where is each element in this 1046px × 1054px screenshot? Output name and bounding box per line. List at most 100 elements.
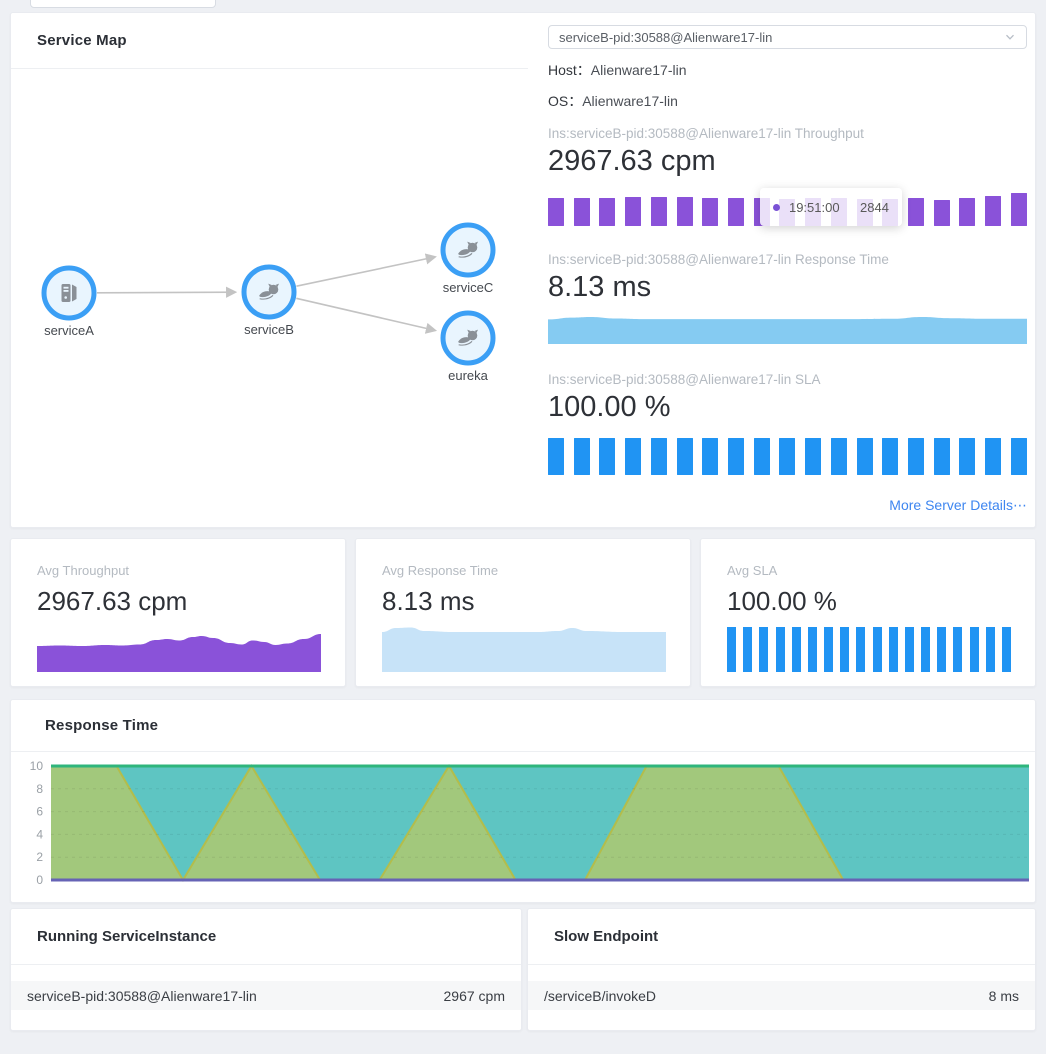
server-icon: [62, 284, 77, 302]
avg-throughput-area-chart[interactable]: [37, 622, 321, 672]
chart-bar: [754, 438, 770, 475]
topology-node-serviceB[interactable]: serviceB: [244, 267, 294, 337]
chart-bar: [677, 438, 693, 475]
chart-bar: [574, 198, 590, 226]
response-time-trend-chart[interactable]: 0 2 4 6 8 10: [11, 758, 1035, 900]
chart-bar: [727, 627, 736, 672]
slow-endpoint-title: Slow Endpoint: [554, 928, 658, 945]
avg-sla-bar-chart[interactable]: [727, 627, 1011, 672]
tooltip-series-dot: [773, 204, 780, 211]
chart-bar: [986, 627, 995, 672]
chart-bar: [934, 438, 950, 475]
chart-bar: [625, 438, 641, 475]
chart-bar: [959, 198, 975, 226]
instance-selector[interactable]: serviceB-pid:30588@Alienware17-lin: [548, 25, 1027, 49]
host-row: Host：Alienware17-lin: [548, 60, 1027, 80]
avg-throughput-card: Avg Throughput 2967.63 cpm: [10, 538, 346, 687]
chart-bar: [759, 627, 768, 672]
y-axis-tick-label: 10: [30, 759, 44, 773]
topology-node-serviceC[interactable]: serviceC: [443, 225, 494, 295]
avg-throughput-value: 2967.63 cpm: [37, 586, 321, 617]
instance-list-item: serviceB-pid:30588@Alienware17-lin 2967 …: [11, 981, 521, 1010]
chart-bar: [1011, 438, 1027, 475]
chart-bar: [1011, 193, 1027, 226]
topology-node-label: serviceB: [244, 322, 294, 337]
response-time-value: 8.13 ms: [548, 271, 1027, 304]
avg-sla-value: 100.00 %: [727, 586, 1011, 617]
y-axis-tick-label: 0: [36, 873, 43, 887]
service-topology-graph[interactable]: serviceA serviceB serviceC eureka: [11, 69, 527, 527]
sla-bar-chart[interactable]: [548, 438, 1027, 475]
chart-bar: [873, 627, 882, 672]
avg-response-time-value: 8.13 ms: [382, 586, 666, 617]
y-axis-tick-label: 2: [36, 850, 43, 864]
slow-endpoint-header: Slow Endpoint: [528, 909, 1035, 965]
topology-node-label: eureka: [448, 368, 489, 383]
chart-tooltip: 19:51:00 2844: [760, 188, 902, 226]
avg-throughput-label: Avg Throughput: [37, 563, 321, 578]
chart-bar: [651, 197, 667, 226]
chart-bar: [702, 438, 718, 475]
chart-bar: [599, 198, 615, 226]
response-time-panel-title: Response Time: [45, 717, 158, 734]
chart-bar: [599, 438, 615, 475]
host-value: Alienware17-lin: [591, 62, 687, 78]
host-label: Host：: [548, 62, 591, 78]
endpoint-list-item: /serviceB/invokeD 8 ms: [528, 981, 1035, 1010]
throughput-label: Ins:serviceB-pid:30588@Alienware17-lin T…: [548, 126, 1027, 141]
chart-bar: [574, 438, 590, 475]
chart-bar: [808, 627, 817, 672]
chart-bar: [905, 627, 914, 672]
endpoint-latency: 8 ms: [989, 988, 1019, 1004]
service-map-panel: Service Map serviceA serviceB serviceC eure…: [10, 12, 1036, 528]
summary-cards-row: Avg Throughput 2967.63 cpm Avg Response …: [10, 538, 1036, 687]
os-label: OS：: [548, 93, 582, 109]
chart-bar: [728, 198, 744, 226]
topology-edge: [296, 257, 434, 286]
throughput-bar-chart[interactable]: 19:51:00 2844: [548, 190, 1027, 226]
y-axis-tick-label: 4: [36, 827, 43, 841]
chart-bar: [889, 627, 898, 672]
chart-bar: [702, 198, 718, 226]
apm-dashboard: Service Map serviceA serviceB serviceC eure…: [0, 0, 1046, 1054]
response-time-panel: Response Time 0 2 4 6 8 10: [10, 699, 1036, 903]
response-time-label: Ins:serviceB-pid:30588@Alienware17-lin R…: [548, 252, 1027, 267]
chart-bar: [908, 198, 924, 226]
topology-node-label: serviceA: [44, 323, 94, 338]
chevron-down-icon: [1004, 31, 1016, 43]
chart-bar: [985, 438, 1001, 475]
more-server-details-link[interactable]: More Server Details⋯: [889, 497, 1027, 514]
topology-node-label: serviceC: [443, 280, 494, 295]
sla-value: 100.00 %: [548, 391, 1027, 424]
sla-label: Ins:serviceB-pid:30588@Alienware17-lin S…: [548, 372, 1027, 387]
instance-throughput: 2967 cpm: [444, 988, 505, 1004]
running-instance-title: Running ServiceInstance: [37, 928, 216, 945]
chart-bar: [792, 627, 801, 672]
service-map-title: Service Map: [37, 32, 127, 49]
tooltip-time: 19:51:00: [789, 200, 840, 215]
y-axis-tick-label: 6: [36, 805, 43, 819]
chart-bar: [882, 438, 898, 475]
running-instance-panel: Running ServiceInstance serviceB-pid:305…: [10, 908, 522, 1031]
bottom-lists-row: Running ServiceInstance serviceB-pid:305…: [10, 908, 1036, 1031]
chart-bar: [1002, 627, 1011, 672]
chart-bar: [840, 627, 849, 672]
chart-bar: [824, 627, 833, 672]
instance-name: serviceB-pid:30588@Alienware17-lin: [27, 988, 257, 1004]
chart-bar: [985, 196, 1001, 226]
topology-node-eureka[interactable]: eureka: [443, 313, 493, 383]
response-time-area-chart[interactable]: [548, 314, 1027, 344]
chart-bar: [921, 627, 930, 672]
chart-bar: [959, 438, 975, 475]
os-value: Alienware17-lin: [582, 93, 678, 109]
y-axis-tick-label: 8: [36, 782, 43, 796]
response-time-panel-header: Response Time: [11, 700, 1035, 752]
server-detail-section: serviceB-pid:30588@Alienware17-lin Host：…: [528, 13, 1035, 527]
os-row: OS：Alienware17-lin: [548, 91, 1027, 111]
avg-response-time-area-chart[interactable]: [382, 622, 666, 672]
topology-node-serviceA[interactable]: serviceA: [44, 268, 94, 338]
chart-bar: [776, 627, 785, 672]
avg-response-time-card: Avg Response Time 8.13 ms: [355, 538, 691, 687]
time-range-input-partial[interactable]: [30, 0, 216, 8]
chart-bar: [805, 438, 821, 475]
